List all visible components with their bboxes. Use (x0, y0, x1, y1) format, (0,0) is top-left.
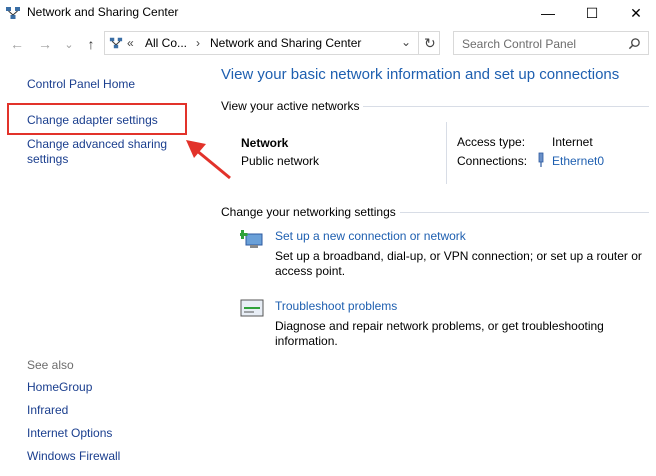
search-input[interactable]: Search Control Panel (462, 37, 576, 51)
search-box[interactable]: Search Control Panel (453, 31, 649, 55)
connections-label: Connections: (457, 154, 528, 168)
up-button[interactable]: ↑ (82, 35, 100, 53)
troubleshoot-problems-desc: Diagnose and repair network problems, or… (275, 319, 604, 348)
new-connection-icon (240, 230, 263, 248)
see-also-homegroup[interactable]: HomeGroup (27, 380, 92, 394)
ethernet0-link[interactable]: Ethernet0 (552, 154, 604, 168)
see-also-windows-firewall[interactable]: Windows Firewall (27, 449, 120, 463)
recent-locations-button[interactable]: ⌄ (60, 35, 78, 53)
breadcrumb-separator[interactable]: › (196, 36, 200, 50)
window-title: Network and Sharing Center (27, 5, 179, 19)
breadcrumb-all-control-panel[interactable]: All Co... (145, 36, 187, 50)
maximize-button[interactable]: ☐ (569, 0, 615, 26)
breadcrumb-network-sharing-center[interactable]: Network and Sharing Center (210, 36, 361, 50)
setup-new-connection-link[interactable]: Set up a new connection or network (275, 229, 466, 243)
back-button[interactable]: ← (8, 35, 26, 53)
highlight-box (7, 103, 187, 135)
page-title: View your basic network information and … (221, 66, 620, 83)
settings-divider (400, 212, 649, 213)
active-networks-divider (363, 106, 649, 107)
sidebar-link-change-advanced-sharing[interactable]: Change advanced sharing settings (27, 137, 197, 167)
search-icon[interactable] (628, 37, 641, 50)
refresh-button[interactable]: ↻ (424, 35, 436, 52)
see-also-internet-options[interactable]: Internet Options (27, 426, 112, 440)
ethernet-icon (538, 152, 544, 167)
see-also-heading: See also (27, 358, 74, 372)
network-location-icon (109, 37, 123, 49)
network-vertical-divider (446, 122, 447, 184)
access-type-value: Internet (552, 135, 593, 149)
troubleshoot-icon (240, 299, 264, 317)
address-overflow-chevron[interactable]: « (127, 36, 134, 50)
active-networks-heading: View your active networks (221, 99, 360, 113)
network-app-icon (6, 7, 20, 19)
close-button[interactable]: ✕ (613, 0, 656, 26)
access-type-label: Access type: (457, 135, 526, 149)
see-also-infrared[interactable]: Infrared (27, 403, 68, 417)
network-type: Public network (241, 154, 320, 168)
address-bar[interactable]: « All Co... › Network and Sharing Center… (104, 31, 440, 55)
network-name: Network (241, 136, 289, 150)
setup-new-connection-desc: Set up a broadband, dial-up, or VPN conn… (275, 249, 642, 278)
red-arrow-annotation (186, 140, 231, 180)
title-bar: Network and Sharing Center — ☐ ✕ (0, 0, 656, 26)
forward-button[interactable]: → (36, 35, 54, 53)
address-divider (418, 32, 419, 54)
minimize-button[interactable]: — (525, 0, 571, 26)
sidebar-link-control-panel-home[interactable]: Control Panel Home (27, 77, 135, 91)
settings-heading: Change your networking settings (221, 205, 396, 219)
troubleshoot-problems-link[interactable]: Troubleshoot problems (275, 299, 397, 313)
address-dropdown-button[interactable]: ⌄ (401, 35, 411, 49)
